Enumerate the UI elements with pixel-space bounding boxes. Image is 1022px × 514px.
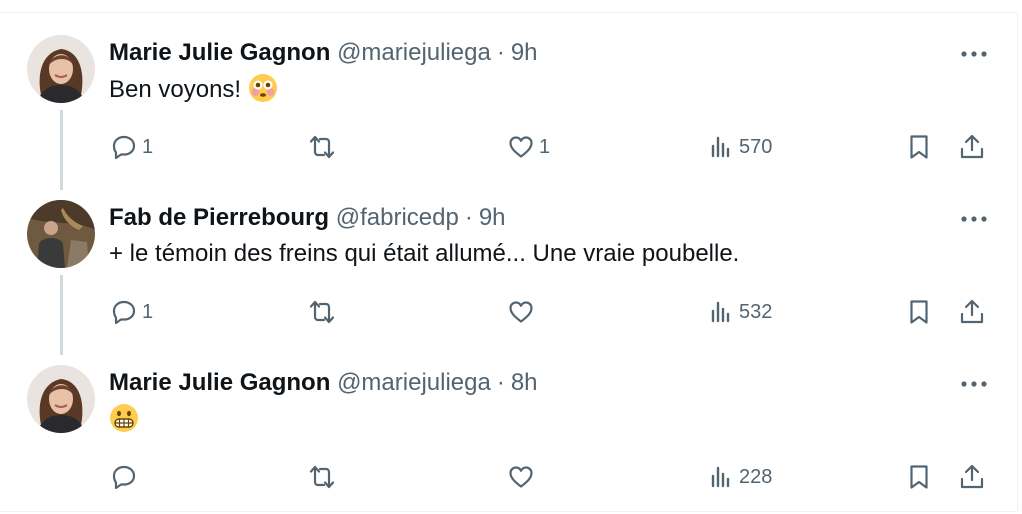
separator: · — [496, 369, 505, 396]
author-handle[interactable]: @fabricedp — [336, 204, 459, 231]
timestamp[interactable]: 8h — [511, 369, 538, 396]
reply-count: 1 — [142, 135, 154, 158]
more-options-icon[interactable] — [958, 374, 990, 394]
reply-icon — [112, 300, 136, 325]
retweet-button[interactable] — [308, 296, 340, 328]
more-options-icon[interactable] — [958, 209, 990, 229]
view-count: 532 — [739, 300, 773, 323]
avatar[interactable] — [27, 365, 95, 433]
tweet-text: Ben voyons! — [109, 73, 278, 112]
reply-count: 1 — [142, 300, 154, 323]
heart-icon — [509, 301, 533, 323]
share-button[interactable] — [958, 461, 986, 493]
view-count: 570 — [739, 135, 773, 158]
grimacing-face-emoji — [109, 403, 139, 442]
tweet-3[interactable]: Marie Julie Gagnon @mariejuliega · 8h 228 — [0, 343, 1017, 508]
like-button[interactable]: 1 — [507, 131, 550, 163]
bookmark-icon — [910, 465, 928, 489]
author-handle[interactable]: @mariejuliega — [337, 39, 491, 66]
share-icon — [960, 299, 984, 324]
reply-button[interactable] — [110, 461, 142, 493]
timeline-right-border — [1017, 12, 1018, 512]
like-button[interactable] — [507, 461, 539, 493]
bookmark-icon — [910, 135, 928, 159]
share-button[interactable] — [958, 296, 986, 328]
author-name[interactable]: Fab de Pierrebourg — [109, 204, 329, 231]
heart-icon — [509, 466, 533, 488]
tweet-1[interactable]: Marie Julie Gagnon @mariejuliega · 9h Ben … — [0, 13, 1017, 190]
view-count: 228 — [739, 465, 773, 488]
tweet-actions: 1 1 570 — [0, 131, 1017, 163]
views-button[interactable]: 570 — [707, 131, 772, 163]
share-icon — [960, 464, 984, 489]
author-name[interactable]: Marie Julie Gagnon — [109, 39, 330, 66]
timeline-bottom-border — [0, 511, 1018, 512]
author-handle[interactable]: @mariejuliega — [337, 369, 491, 396]
bookmark-button[interactable] — [905, 131, 933, 163]
retweet-button[interactable] — [308, 461, 340, 493]
reply-icon — [112, 135, 136, 160]
bookmark-button[interactable] — [905, 296, 933, 328]
tweet-text-content: Ben voyons! — [109, 76, 248, 103]
share-icon — [960, 134, 984, 159]
tweet-header: Marie Julie Gagnon @mariejuliega · 9h — [109, 37, 538, 69]
retweet-icon — [309, 135, 335, 159]
views-button[interactable]: 532 — [707, 296, 772, 328]
tweet-text — [109, 403, 139, 442]
bookmark-button[interactable] — [905, 461, 933, 493]
like-button[interactable] — [507, 296, 539, 328]
retweet-button[interactable] — [308, 131, 340, 163]
analytics-icon — [711, 466, 730, 488]
avatar[interactable] — [27, 35, 95, 103]
flushed-face-emoji — [248, 73, 278, 112]
reply-button[interactable]: 1 — [110, 131, 153, 163]
tweet-actions: 1 532 — [0, 296, 1017, 328]
tweet-header: Fab de Pierrebourg @fabricedp · 9h — [109, 202, 506, 234]
tweet-header: Marie Julie Gagnon @mariejuliega · 8h — [109, 367, 538, 399]
heart-icon — [509, 136, 533, 158]
retweet-icon — [309, 300, 335, 324]
more-options-icon[interactable] — [958, 44, 990, 64]
separator: · — [464, 204, 473, 231]
analytics-icon — [711, 136, 730, 158]
tweet-2[interactable]: Fab de Pierrebourg @fabricedp · 9h + le té… — [0, 178, 1017, 355]
views-button[interactable]: 228 — [707, 461, 772, 493]
author-name[interactable]: Marie Julie Gagnon — [109, 369, 330, 396]
like-count: 1 — [539, 135, 551, 158]
retweet-icon — [309, 465, 335, 489]
timestamp[interactable]: 9h — [511, 39, 538, 66]
tweet-text: + le témoin des freins qui était allumé.… — [109, 238, 739, 270]
tweet-actions: 228 — [0, 461, 1017, 493]
avatar[interactable] — [27, 200, 95, 268]
tweet-text-content: + le témoin des freins qui était allumé.… — [109, 240, 740, 267]
separator: · — [496, 39, 505, 66]
reply-button[interactable]: 1 — [110, 296, 153, 328]
reply-icon — [112, 465, 136, 490]
share-button[interactable] — [958, 131, 986, 163]
analytics-icon — [711, 301, 730, 323]
timestamp[interactable]: 9h — [479, 204, 506, 231]
bookmark-icon — [910, 300, 928, 324]
